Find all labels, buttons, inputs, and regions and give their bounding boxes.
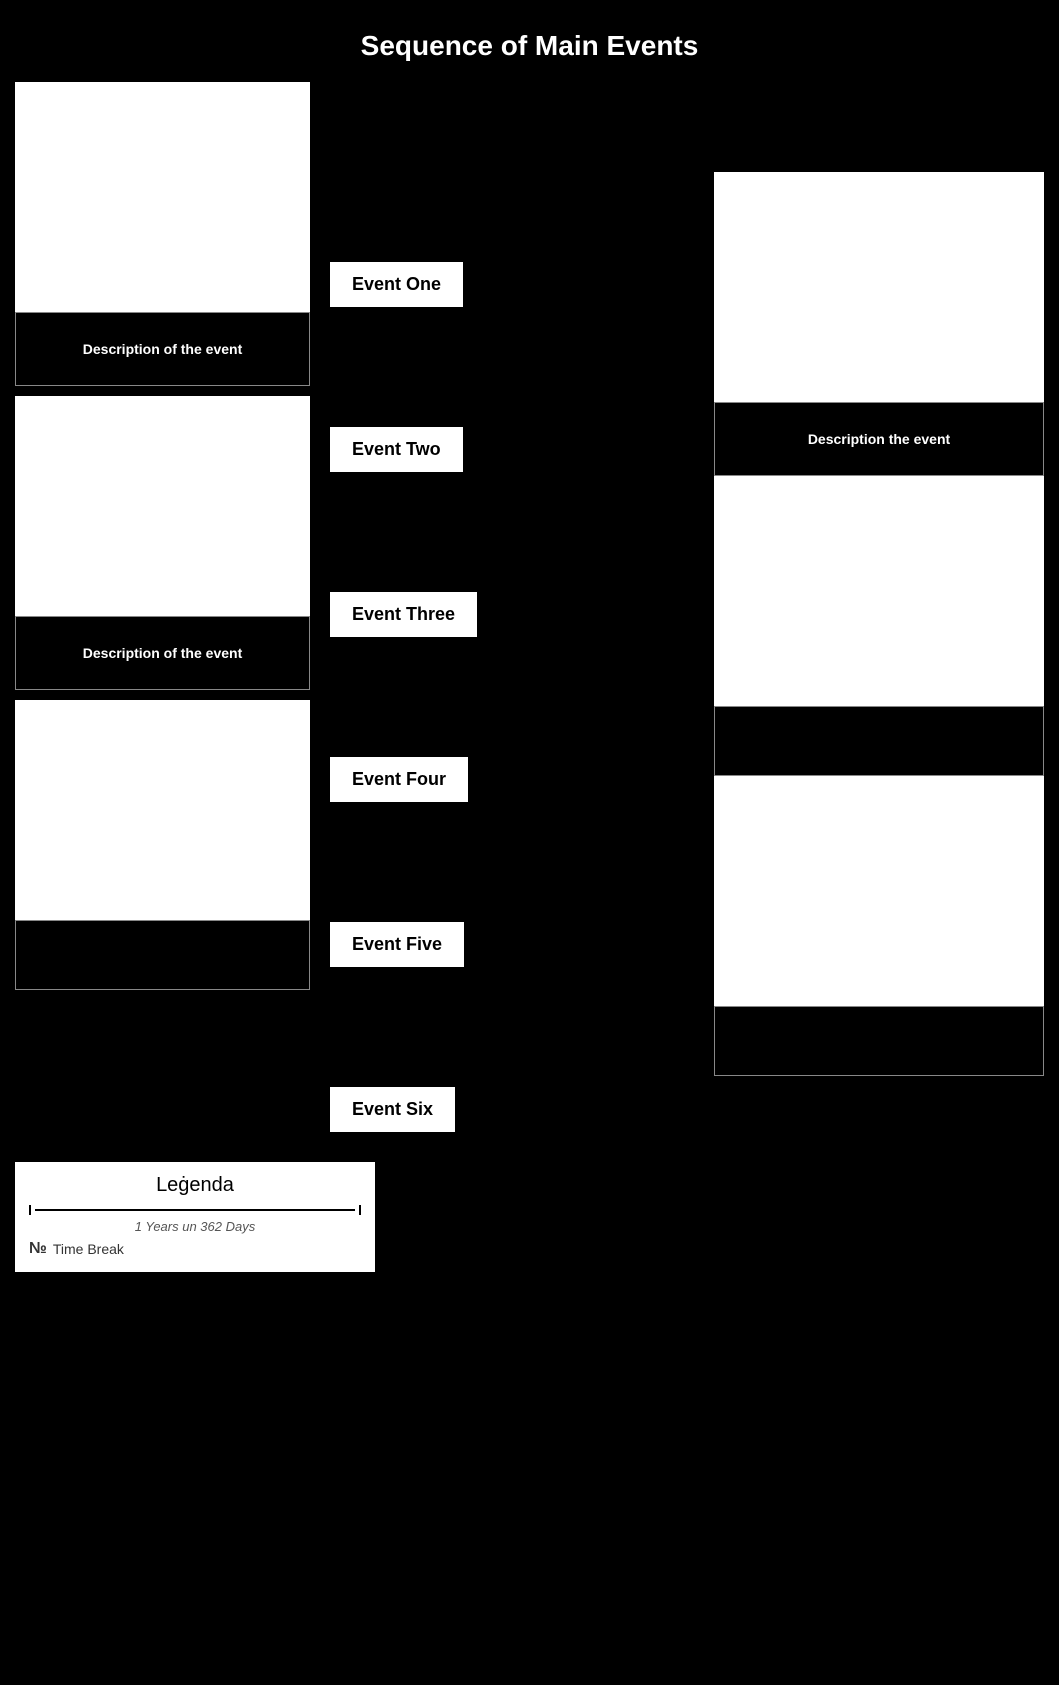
event-six-label: Event Six (330, 1087, 455, 1132)
left-desc-2: Description of the event (15, 616, 310, 690)
event-one-label: Event One (330, 262, 463, 307)
mid-column: Event One Event Two Event Three Event Fo… (310, 82, 560, 1132)
legend-years: 1 Years un 362 Days (29, 1219, 361, 1234)
right-desc-empty-1 (714, 706, 1044, 776)
left-image-1 (15, 82, 310, 312)
left-image-2 (15, 396, 310, 616)
legend-break-label: Time Break (53, 1241, 124, 1257)
legend-title: Leġenda (29, 1174, 361, 1197)
event-four-label: Event Four (330, 757, 468, 802)
event-two-label: Event Two (330, 427, 463, 472)
legend-timeline (29, 1205, 361, 1215)
legend-break: № Time Break (29, 1240, 361, 1258)
left-desc-empty (15, 920, 310, 990)
left-desc-1: Description of the event (15, 312, 310, 386)
legend-line (35, 1209, 355, 1211)
left-image-3 (15, 700, 310, 920)
right-desc-empty-2 (714, 1006, 1044, 1076)
page-title: Sequence of Main Events (0, 0, 1059, 82)
right-image-1 (714, 172, 1044, 402)
left-column: Description of the event Description of … (15, 82, 310, 1132)
legend-tick-right (359, 1205, 361, 1215)
event-three-label: Event Three (330, 592, 477, 637)
hash-icon: № (29, 1240, 47, 1258)
legend-tick-left (29, 1205, 31, 1215)
right-desc-1: Description the event (714, 402, 1044, 476)
event-five-label: Event Five (330, 922, 464, 967)
right-column: Description the event (714, 82, 1044, 1132)
right-image-2 (714, 476, 1044, 706)
legend-box: Leġenda 1 Years un 362 Days № Time Break (15, 1162, 375, 1272)
right-image-3 (714, 776, 1044, 1006)
